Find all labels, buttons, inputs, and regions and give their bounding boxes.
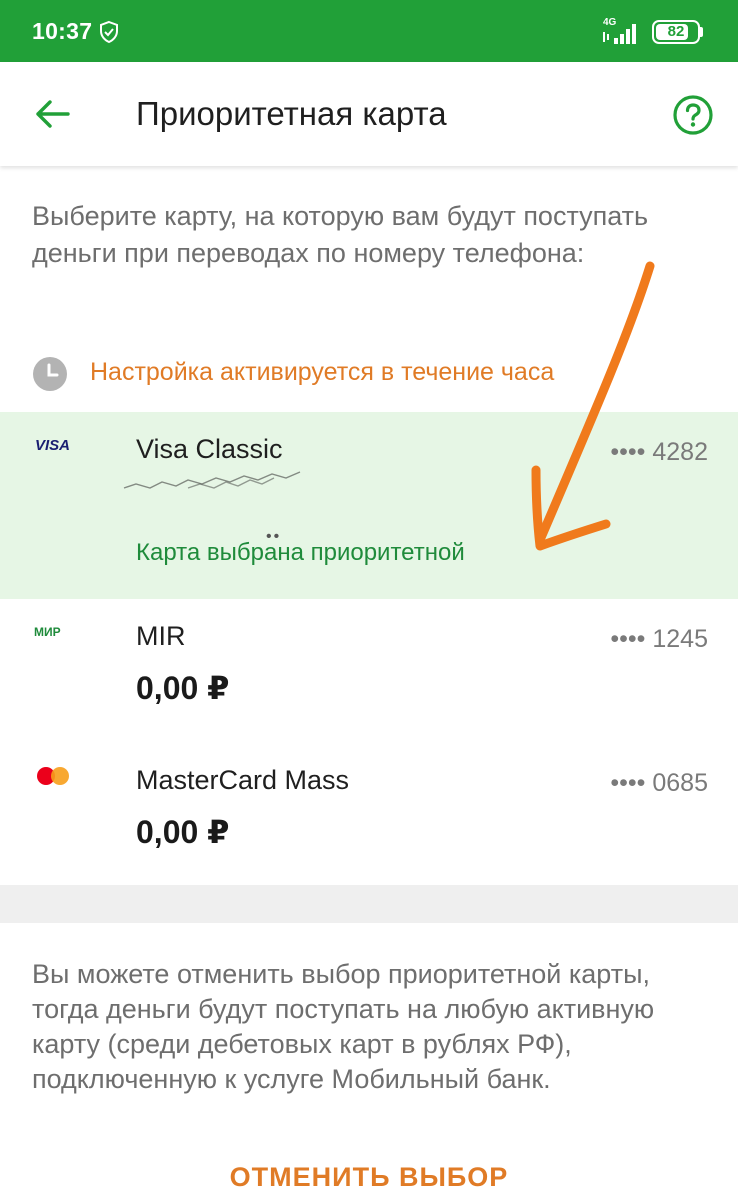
notice-text: Настройка активируется в течение часа <box>90 358 555 386</box>
section-divider <box>0 885 738 923</box>
shield-check-icon <box>100 20 118 44</box>
card-number: •••• 1245 <box>610 625 708 653</box>
battery-level: 82 <box>667 23 685 40</box>
svg-text:МИР: МИР <box>34 625 61 639</box>
card-status: Карта выбрана приоритетной <box>136 539 465 566</box>
mastercard-logo-icon <box>37 767 69 785</box>
page-title: Приоритетная карта <box>136 95 447 132</box>
mir-logo-icon: МИР <box>34 625 61 639</box>
clock-icon <box>33 357 67 391</box>
cancel-selection-button[interactable]: ОТМЕНИТЬ ВЫБОР <box>0 1162 738 1193</box>
card-number: •••• 4282 <box>610 438 708 466</box>
arrow-left-icon[interactable] <box>28 92 76 136</box>
app-bar: Приоритетная карта <box>0 62 738 166</box>
intro-text: Выберите карту, на которую вам будут пос… <box>32 201 649 268</box>
card-name: MIR <box>136 621 186 651</box>
svg-text:VISA: VISA <box>35 437 70 454</box>
visa-logo-icon: VISA <box>35 437 70 454</box>
battery-tip <box>700 27 703 37</box>
card-balance: 0,00 ₽ <box>136 814 230 850</box>
activation-notice: Настройка активируется в течение часа <box>32 352 712 394</box>
card-name: MasterCard Mass <box>136 765 350 795</box>
card-number: •••• 0685 <box>610 769 708 797</box>
card-item-mastercard[interactable]: MasterCard Mass •••• 0685 0,00 ₽ <box>0 743 738 885</box>
help-circle-icon[interactable] <box>672 94 714 136</box>
card-balance: 0,00 ₽ <box>136 670 230 706</box>
status-bar: 10:37 4G 82 <box>0 0 738 62</box>
loading-overlay-icon <box>123 471 301 489</box>
footer-text: Вы можете отменить выбор приоритетной ка… <box>32 959 655 1094</box>
battery-icon: 82 <box>652 20 700 44</box>
network-type: 4G <box>603 17 617 28</box>
card-item-visa[interactable]: VISA Visa Classic •••• 4282 •• Карта выб… <box>0 412 738 599</box>
status-time: 10:37 <box>32 18 93 44</box>
signal-icon: 4G <box>603 17 636 44</box>
card-item-mir[interactable]: МИР MIR •••• 1245 0,00 ₽ <box>0 599 738 743</box>
